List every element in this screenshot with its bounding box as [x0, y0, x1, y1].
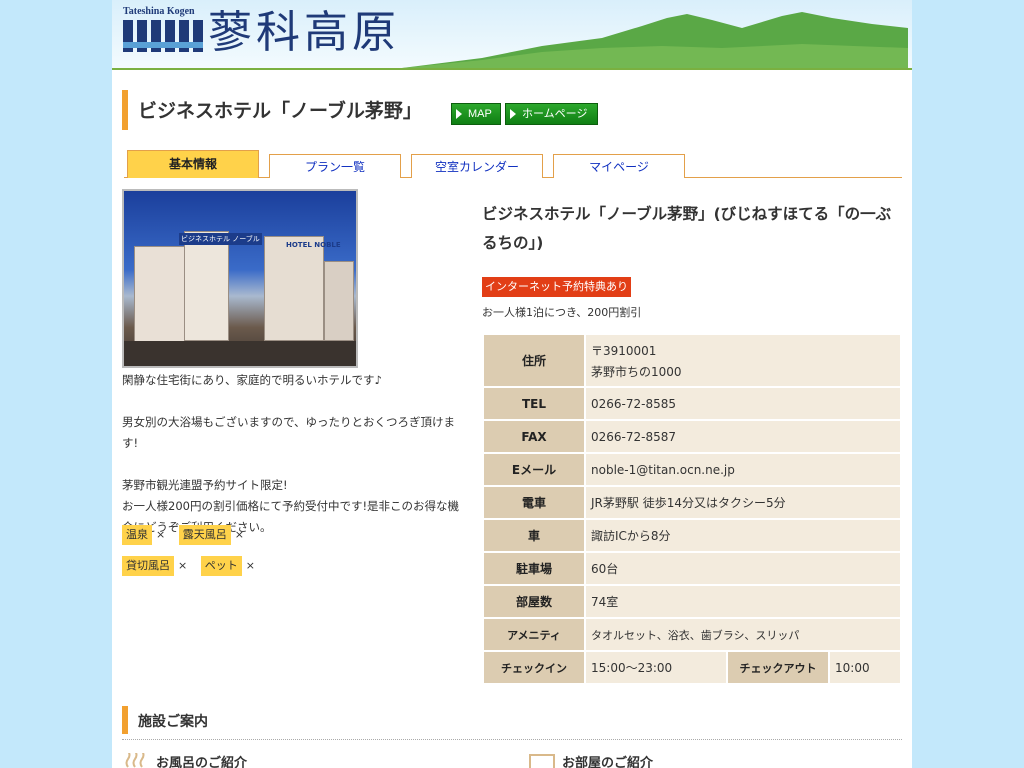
internet-booking-badge: インターネット予約特典あり — [482, 277, 631, 297]
rooms-value: 74室 — [586, 586, 900, 617]
train-label: 電車 — [484, 487, 584, 518]
homepage-button[interactable]: ホームページ — [505, 103, 598, 125]
tab-plan-list[interactable]: プラン一覧 — [269, 154, 401, 178]
fax-label: FAX — [484, 421, 584, 452]
fax-value: 0266-72-8587 — [586, 421, 900, 452]
tab-basic-info[interactable]: 基本情報 — [127, 150, 259, 178]
checkout-value: 10:00 — [830, 652, 900, 683]
logo-japanese: 蓼科高原 — [208, 7, 400, 58]
address-value: 〒3910001 茅野市ちの1000 — [586, 335, 900, 386]
tel-label: TEL — [484, 388, 584, 419]
amenity-value: タオルセット、浴衣、歯ブラシ、スリッパ — [586, 619, 900, 650]
car-label: 車 — [484, 520, 584, 551]
rooms-label: 部屋数 — [484, 586, 584, 617]
photo-sign-jp: ビジネスホテル ノーブル — [179, 233, 262, 245]
checkin-value: 15:00〜23:00 — [586, 652, 726, 683]
arrow-right-icon — [510, 109, 516, 119]
hotel-title: ビジネスホテル「ノーブル茅野」 — [138, 100, 422, 122]
tab-my-page[interactable]: マイページ — [553, 154, 685, 178]
hotel-description: 閑静な住宅街にあり、家庭的で明るいホテルです♪ 男女別の大浴場もございますので、… — [122, 373, 460, 534]
header-divider — [112, 68, 912, 70]
hotel-info-table: 住所 〒3910001 茅野市ちの1000 TEL 0266-72-8585 F… — [482, 333, 902, 685]
arrow-right-icon — [456, 109, 462, 119]
email-value: noble-1@titan.ocn.ne.jp — [586, 454, 900, 485]
section-divider — [122, 739, 902, 740]
email-label: Eメール — [484, 454, 584, 485]
logo-bars-icon — [123, 20, 203, 52]
facilities-title: 施設ご案内 — [138, 714, 208, 730]
section-accent-bar — [122, 706, 128, 734]
feature-tag-pet: ペット — [200, 556, 242, 576]
feature-row-1: 温泉 × 露天風呂 × — [122, 525, 254, 545]
car-value: 諏訪ICから8分 — [586, 520, 900, 551]
map-button[interactable]: MAP — [451, 103, 501, 125]
bath-icon — [125, 753, 145, 768]
hotel-full-name: ビジネスホテル「ノーブル茅野」(びじねすほてる「の一ぶるちの」) — [482, 205, 892, 252]
feature-tag-onsen: 温泉 — [122, 525, 152, 545]
title-accent-bar — [122, 90, 128, 130]
address-label: 住所 — [484, 335, 584, 386]
room-intro-link[interactable]: お部屋のご紹介 — [562, 752, 653, 768]
room-icon — [529, 754, 555, 768]
checkout-label: チェックアウト — [728, 652, 828, 683]
train-value: JR茅野駅 徒歩14分又はタクシー5分 — [586, 487, 900, 518]
mountain-illustration — [402, 12, 908, 68]
logo-english: Tateshina Kogen — [123, 6, 195, 17]
checkin-label: チェックイン — [484, 652, 584, 683]
parking-value: 60台 — [586, 553, 900, 584]
page-container: Tateshina Kogen 蓼科高原 ビジネスホテル「ノーブル茅野」 MAP… — [112, 0, 912, 768]
feature-tag-rotenburo: 露天風呂 — [178, 525, 231, 545]
bath-intro-link[interactable]: お風呂のご紹介 — [156, 752, 247, 768]
parking-label: 駐車場 — [484, 553, 584, 584]
map-button-label: MAP — [468, 108, 492, 120]
tel-value: 0266-72-8585 — [586, 388, 900, 419]
photo-sign-en: HOTEL NOBLE — [286, 241, 341, 249]
tab-vacancy-calendar[interactable]: 空室カレンダー — [411, 154, 543, 178]
site-header: Tateshina Kogen 蓼科高原 — [112, 0, 912, 70]
feature-row-2: 貸切風呂 × ペット × — [122, 556, 265, 576]
amenity-label: アメニティ — [484, 619, 584, 650]
hotel-photo: ビジネスホテル ノーブル HOTEL NOBLE — [122, 189, 358, 368]
homepage-button-label: ホームページ — [522, 108, 588, 120]
feature-tag-private-bath: 貸切風呂 — [122, 556, 174, 576]
badge-note: お一人様1泊につき、200円割引 — [482, 306, 642, 319]
